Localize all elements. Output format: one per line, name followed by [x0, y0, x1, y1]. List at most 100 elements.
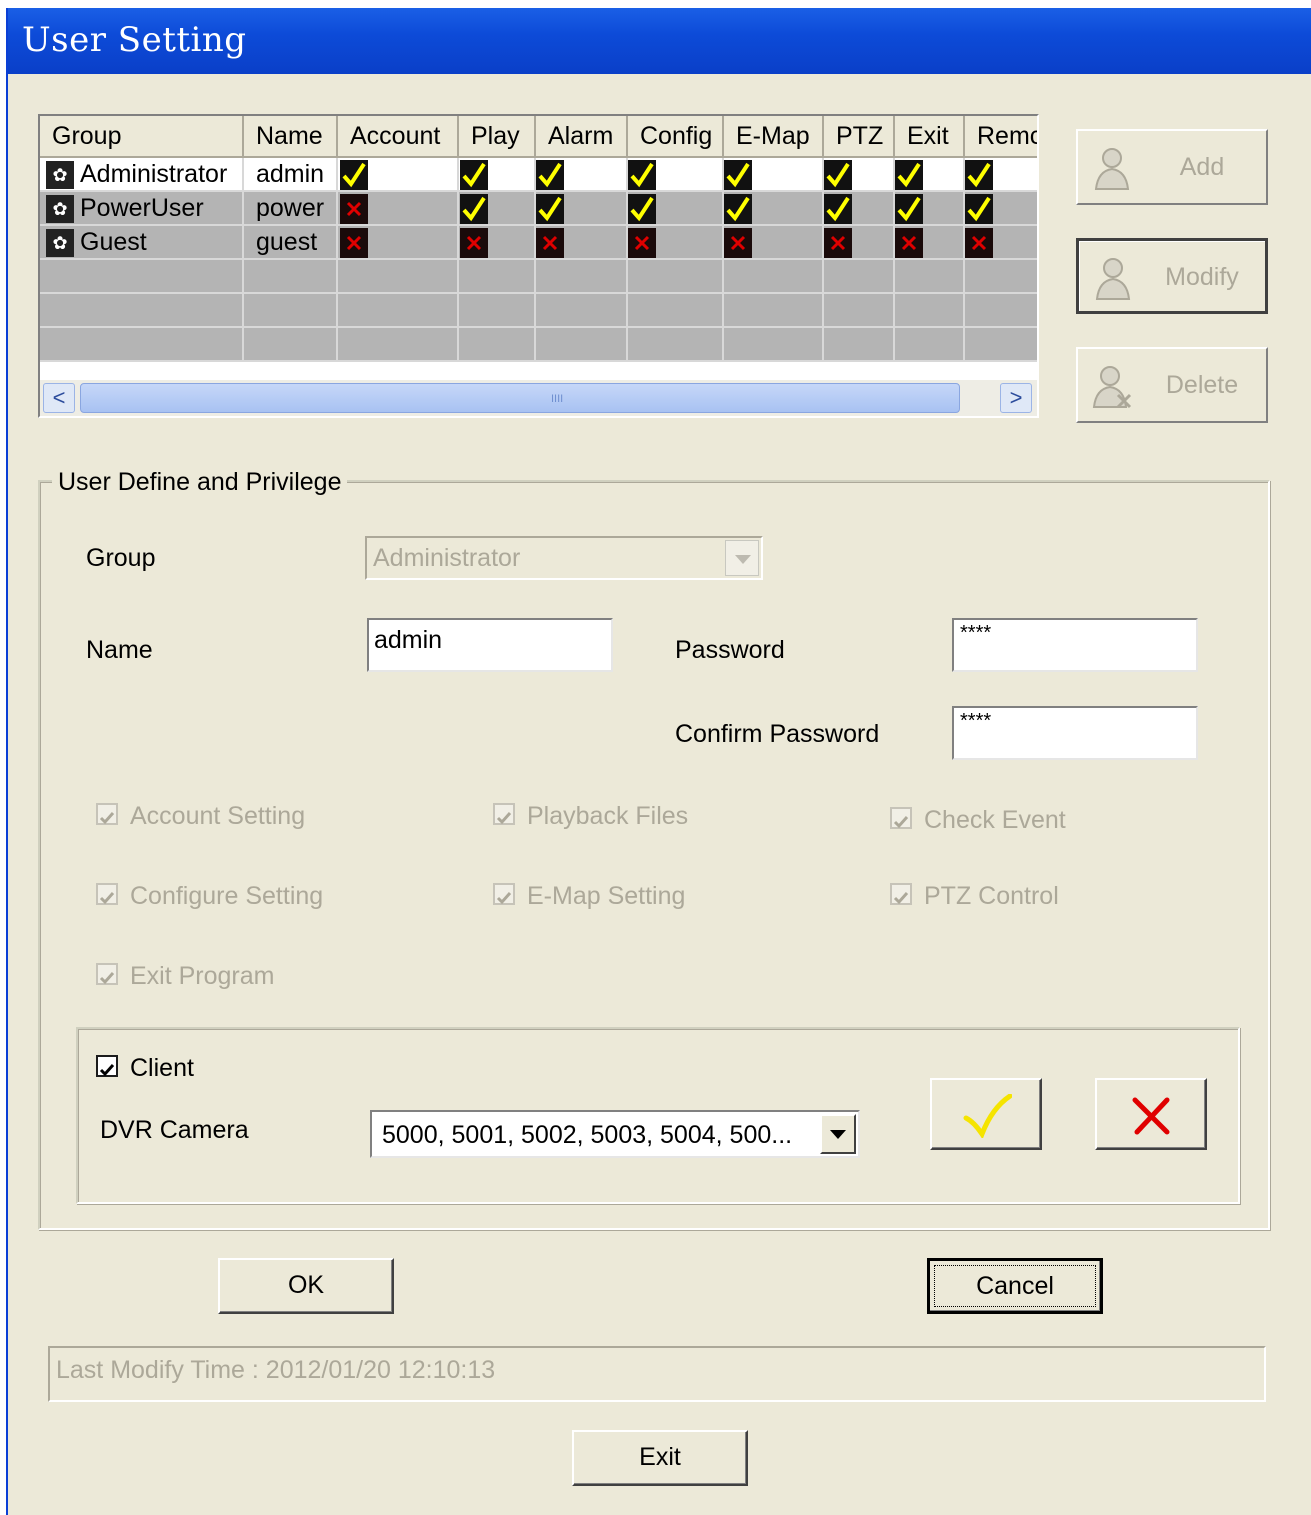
- checkbox-label: Check Event: [924, 806, 1066, 834]
- confirm-camera-button[interactable]: [930, 1078, 1042, 1150]
- check-yes-icon: [536, 160, 564, 190]
- column-header-exit[interactable]: Exit: [895, 116, 965, 158]
- delete-button[interactable]: Delete: [1076, 347, 1268, 423]
- table-cell: [965, 260, 1037, 294]
- table-cell: [459, 260, 536, 294]
- checkmark-icon: [99, 972, 115, 985]
- column-header-config[interactable]: Config: [628, 116, 724, 158]
- check-no-icon: [460, 228, 488, 258]
- cancel-button[interactable]: Cancel: [927, 1258, 1103, 1314]
- table-cell: [40, 294, 244, 328]
- client-checkbox-box[interactable]: [96, 1055, 118, 1078]
- table-row[interactable]: ✿ PowerUser power: [40, 192, 1037, 226]
- checkmark-icon: [893, 892, 909, 905]
- table-cell: [536, 260, 628, 294]
- table-cell: [824, 294, 895, 328]
- table-cell: [895, 294, 965, 328]
- privilege-checkbox-ptz-control: PTZ Control: [890, 882, 1059, 911]
- scroll-thumb[interactable]: IIII: [80, 383, 960, 413]
- column-header-name[interactable]: Name: [244, 116, 338, 158]
- check-no-icon: [340, 228, 368, 258]
- check-no-icon: [628, 228, 656, 258]
- checkmark-icon: [496, 812, 512, 825]
- scroll-right-icon: >: [1009, 385, 1023, 410]
- table-cell: [895, 328, 965, 362]
- column-header-ptz[interactable]: PTZ: [824, 116, 895, 158]
- check-yes-icon: [824, 160, 852, 190]
- column-header-alarm[interactable]: Alarm: [536, 116, 628, 158]
- check-yes-icon: [536, 194, 564, 224]
- check-no-icon: [895, 228, 923, 258]
- check-yes-icon: [460, 194, 488, 224]
- table-cell: [459, 294, 536, 328]
- column-header-emap[interactable]: E-Map: [724, 116, 824, 158]
- horizontal-scrollbar[interactable]: < IIII >: [40, 380, 1037, 416]
- table-cell: [244, 294, 338, 328]
- scroll-right-button[interactable]: >: [1000, 383, 1032, 413]
- modify-user-icon: [1095, 258, 1131, 300]
- name-cell: power: [256, 194, 325, 222]
- name-cell: guest: [256, 228, 318, 256]
- modify-button[interactable]: Modify: [1076, 238, 1268, 314]
- table-cell: [536, 294, 628, 328]
- dvr-camera-select[interactable]: 5000, 5001, 5002, 5003, 5004, 500...: [370, 1110, 860, 1158]
- focus-rectangle: [934, 1265, 1096, 1307]
- table-cell: [895, 260, 965, 294]
- check-no-icon: [340, 194, 368, 224]
- group-cell: Guest: [80, 228, 147, 256]
- table-cell: [244, 260, 338, 294]
- table-cell: [965, 328, 1037, 362]
- checkbox-box: [96, 963, 118, 986]
- table-cell: [628, 328, 724, 362]
- confirm-password-input[interactable]: ****: [952, 706, 1198, 760]
- checkbox-box: [493, 883, 515, 906]
- add-button-label: Add: [1179, 153, 1225, 181]
- exit-button[interactable]: Exit: [572, 1430, 748, 1486]
- dvr-camera-dropdown-button[interactable]: [820, 1114, 856, 1154]
- table-row[interactable]: [40, 260, 1037, 294]
- scroll-left-button[interactable]: <: [43, 383, 75, 413]
- check-yes-icon: [724, 194, 752, 224]
- table-cell: [724, 328, 824, 362]
- table-row[interactable]: ✿ Administrator admin: [40, 158, 1037, 192]
- check-yes-icon: [628, 194, 656, 224]
- ok-button[interactable]: OK: [218, 1258, 394, 1314]
- password-input[interactable]: ****: [952, 618, 1198, 672]
- checkmark-icon: [99, 812, 115, 825]
- checkmark-icon: [99, 1064, 115, 1077]
- checkbox-box: [493, 803, 515, 826]
- add-user-icon: [1094, 148, 1130, 190]
- table-cell: [40, 328, 244, 362]
- table-row[interactable]: [40, 328, 1037, 362]
- group-select: Administrator: [365, 536, 763, 580]
- check-yes-icon: [895, 194, 923, 224]
- column-header-account[interactable]: Account: [338, 116, 459, 158]
- user-table[interactable]: Group Name Account Play Alarm Config E-Map PTZ E…: [38, 114, 1039, 418]
- table-row[interactable]: [40, 294, 1037, 328]
- group-label: Group: [86, 544, 156, 572]
- password-label: Password: [675, 636, 785, 664]
- client-checkbox[interactable]: Client: [96, 1054, 194, 1083]
- cancel-camera-button[interactable]: [1095, 1078, 1207, 1150]
- group-cell: Administrator: [80, 160, 228, 188]
- window-title: User Setting: [22, 20, 247, 60]
- check-yes-icon: [340, 160, 368, 190]
- group-icon: ✿: [46, 161, 74, 189]
- dvr-camera-value: 5000, 5001, 5002, 5003, 5004, 500...: [382, 1121, 793, 1149]
- last-modify-status: Last Modify Time : 2012/01/20 12:10:13: [48, 1346, 1266, 1402]
- table-cell: [338, 260, 459, 294]
- table-row[interactable]: ✿ Guest guest: [40, 226, 1037, 260]
- red-x-icon: [1132, 1097, 1170, 1135]
- check-no-icon: [965, 228, 993, 258]
- name-input[interactable]: admin: [367, 618, 613, 672]
- column-header-remc[interactable]: Remc: [965, 116, 1037, 158]
- column-header-play[interactable]: Play: [459, 116, 536, 158]
- check-no-icon: [824, 228, 852, 258]
- delete-button-label: Delete: [1165, 371, 1239, 399]
- privilege-checkbox-check-event: Check Event: [890, 806, 1066, 835]
- column-header-group[interactable]: Group: [40, 116, 244, 158]
- table-cell: [338, 328, 459, 362]
- user-define-legend: User Define and Privilege: [52, 468, 348, 497]
- table-cell: [965, 294, 1037, 328]
- add-button[interactable]: Add: [1076, 129, 1268, 205]
